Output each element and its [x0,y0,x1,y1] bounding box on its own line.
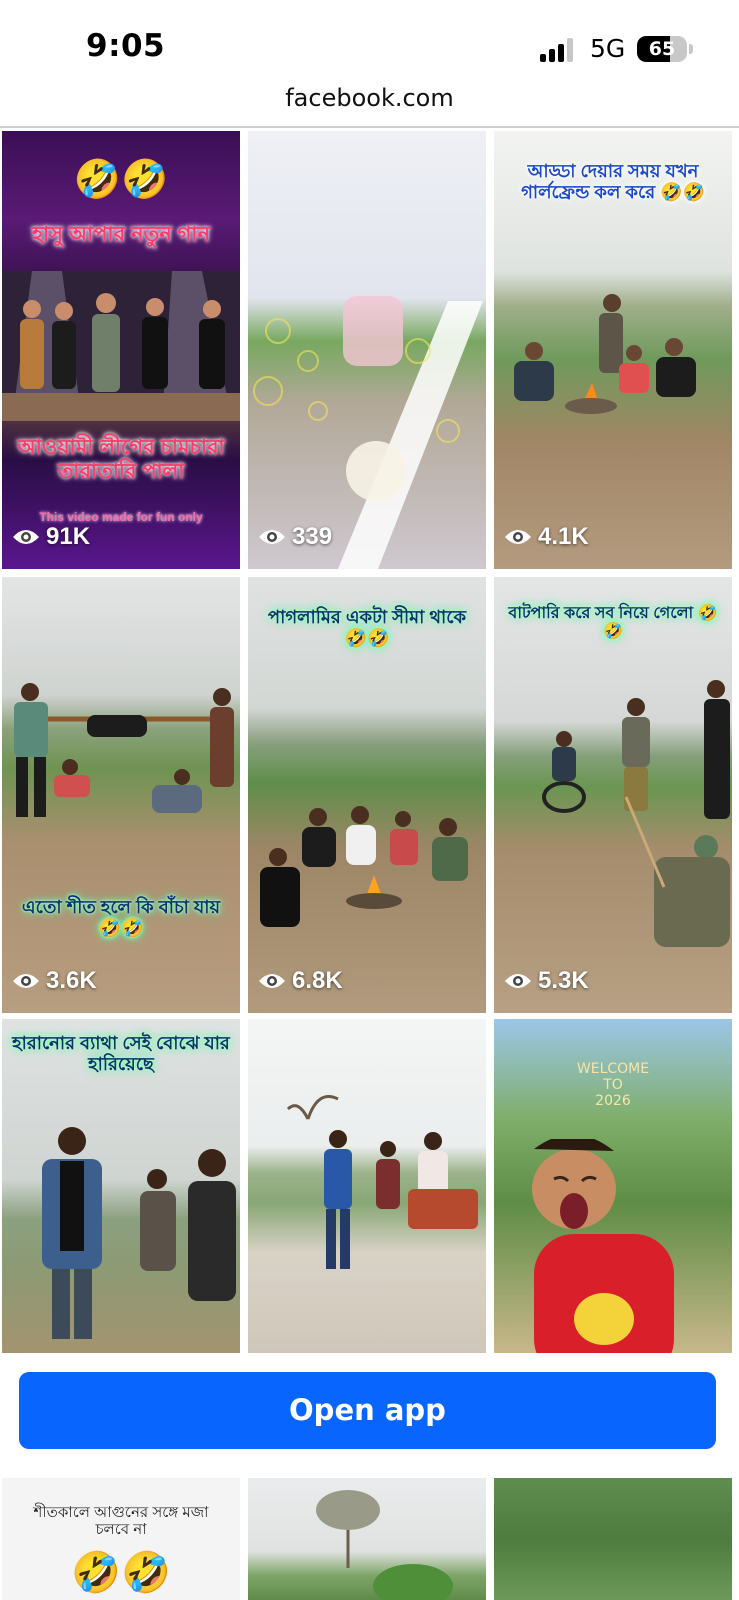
view-count: 3.6K [12,967,97,995]
road-prank-image [542,680,730,947]
open-app-button[interactable]: Open app [19,1372,716,1449]
hammock-game-image [14,683,234,817]
status-time: 9:05 [86,28,166,64]
tile-caption: WELCOME TO 2026 [494,1061,732,1109]
group-on-path-image [286,1095,478,1269]
video-tile[interactable]: 339 [248,131,486,569]
video-tile[interactable]: হারানোর ব্যাথা সেই বোঝে যার হারিয়েছে [2,1019,240,1353]
url-bar[interactable]: facebook.com [0,84,739,124]
eye-icon [13,530,39,544]
yawning-child-image [532,1139,674,1353]
video-tile[interactable]: 🤣🤣 হাসু আপার নতুন গান আওয়ামী লীগের চামচ… [2,131,240,569]
eye-icon [505,530,531,544]
view-count: 6.8K [258,967,343,995]
status-bar: 9:05 5G 65 [0,0,739,92]
video-tile[interactable]: এতো শীত হলে কি বাঁচা যায় 🤣🤣 3.6K [2,577,240,1013]
tile-caption: এতো শীত হলে কি বাঁচা যায় 🤣🤣 [21,897,221,938]
view-count: 4.1K [504,523,589,551]
video-tile[interactable]: WELCOME TO 2026 [494,1019,732,1353]
tile-caption: আওয়ামী লীগের চামচারা তারাতারি পালা [17,436,225,484]
people-by-fire-image [514,294,696,414]
tile-caption: আড্ডা দেয়ার সময় যখন গার্লফ্রেন্ড কল কর… [521,161,705,202]
tile-emoji: 🤣🤣 [73,159,169,201]
caption-line: WELCOME [576,1061,650,1077]
eye-icon [13,974,39,988]
video-tile[interactable] [494,1478,732,1600]
tile-emoji: 🤣🤣 [71,1551,171,1595]
eye-icon [505,974,531,988]
stage-performers-image [2,271,240,421]
view-count: 5.3K [504,967,589,995]
tile-caption: শীতকালে আগুনের সঙ্গে মজা চলবে না [33,1504,209,1539]
tile-caption: বাটপারি করে সব নিয়ে গেলো 🤣🤣 [508,605,718,641]
video-tile[interactable] [248,1478,486,1600]
video-tile[interactable]: বাটপারি করে সব নিয়ে গেলো 🤣🤣 5.3K [494,577,732,1013]
eye-icon [259,530,285,544]
tile-caption: হারানোর ব্যাথা সেই বোঝে যার হারিয়েছে [12,1033,230,1074]
video-tile[interactable]: শীতকালে আগুনের সঙ্গে মজা চলবে না 🤣🤣 [2,1478,240,1600]
video-tile[interactable]: পাগলামির একটা সীমা থাকে 🤣🤣 6.8K [248,577,486,1013]
battery-tip [689,44,693,54]
view-count: 339 [258,523,332,551]
eye-icon [259,974,285,988]
tile-caption: পাগলামির একটা সীমা থাকে 🤣🤣 [267,607,467,648]
view-count: 91K [12,523,90,551]
url-divider [0,126,739,128]
signal-icon [540,38,580,62]
tree-field-image [316,1490,453,1600]
network-type: 5G [590,34,626,63]
battery-percent: 65 [648,38,676,60]
sad-man-image [42,1127,236,1339]
caption-line: 2026 [595,1093,631,1110]
bonfire-group-image [260,806,468,927]
battery-icon: 65 [637,36,687,62]
tile-title: হাসু আপার নতুন গান [31,223,211,246]
video-tile[interactable] [248,1019,486,1353]
blurred-scene-image [253,296,483,569]
video-tile[interactable]: আড্ডা দেয়ার সময় যখন গার্লফ্রেন্ড কল কর… [494,131,732,569]
caption-line: TO [603,1077,623,1094]
